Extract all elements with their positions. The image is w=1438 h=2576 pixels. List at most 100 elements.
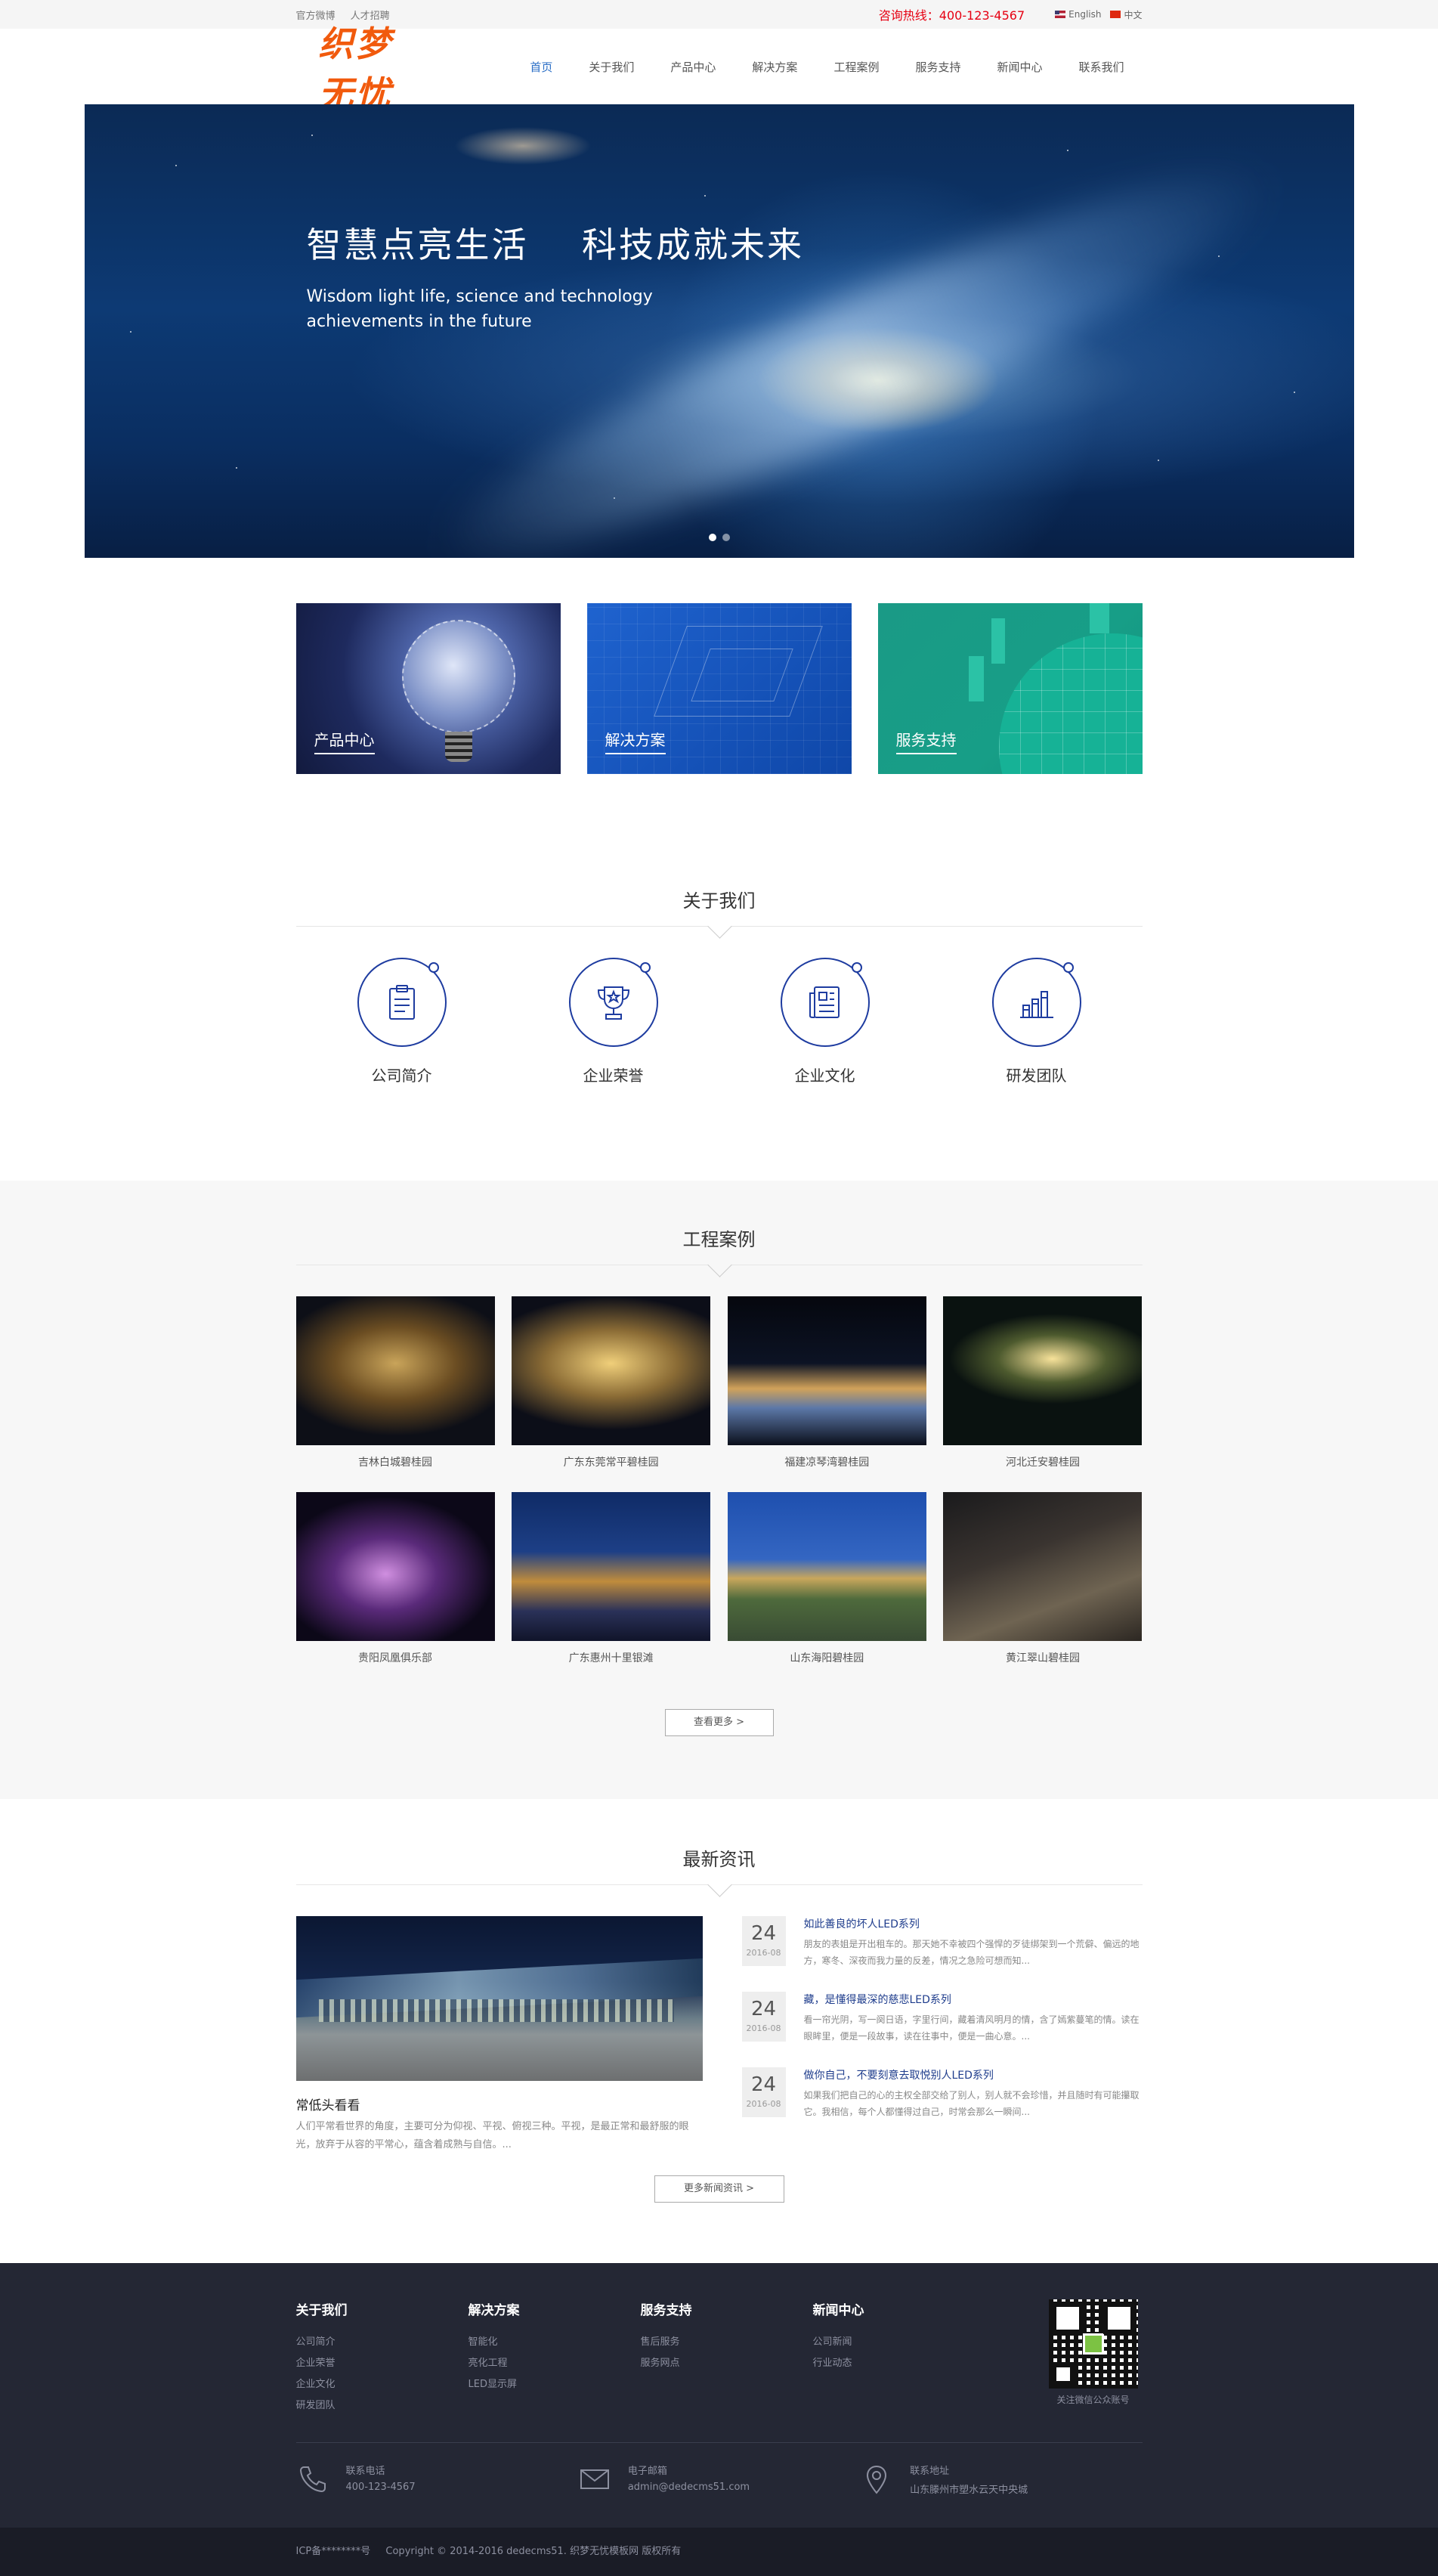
contact-label: 电子邮箱 (627, 2466, 667, 2477)
nav-products[interactable]: 产品中心 (670, 59, 716, 75)
footer-link[interactable]: LED显示屏 (469, 2374, 641, 2395)
about-item-culture[interactable]: 企业文化 (750, 958, 901, 1085)
footer-link[interactable]: 服务网点 (641, 2353, 813, 2374)
lang-chinese[interactable]: 中文 (1110, 8, 1143, 21)
footer-col-title: 解决方案 (468, 2303, 520, 2318)
case-caption: 贵阳凤凰俱乐部 (358, 1652, 432, 1664)
news-item[interactable]: 24 2016-08 如此善良的坏人LED系列 朋友的表姐是开出租车的。那天她不… (741, 1916, 1143, 1969)
case-photo (943, 1492, 1143, 1641)
trophy-icon (597, 986, 629, 1020)
about-item-profile[interactable]: 公司简介 (326, 958, 478, 1085)
contact-label: 联系电话 (345, 2466, 385, 2477)
case-item[interactable]: 广东惠州十里银滩 (512, 1492, 711, 1665)
footer-link[interactable]: 售后服务 (641, 2332, 813, 2353)
icp-number[interactable]: ICP备********号 (296, 2546, 371, 2557)
logo[interactable]: 织梦无忧 (319, 17, 422, 116)
news-item-title[interactable]: 做你自己，不要刻意去取悦别人LED系列 (804, 2067, 1143, 2082)
card-products[interactable]: 产品中心 (295, 603, 561, 774)
case-photo (295, 1492, 495, 1641)
case-caption: 广东东莞常平碧桂园 (563, 1457, 659, 1469)
nav-about[interactable]: 关于我们 (589, 59, 634, 75)
case-item[interactable]: 吉林白城碧桂园 (295, 1296, 495, 1469)
news-section: 最新资讯 常低头看看 人们平常看世界的角度，主要可分为仰视、平视、俯视三种。平视… (0, 1799, 1438, 2263)
slider-dot[interactable] (708, 534, 716, 541)
case-caption: 山东海阳碧桂园 (790, 1652, 864, 1664)
newspaper-icon (809, 986, 840, 1018)
footer-col-title: 新闻中心 (812, 2303, 864, 2318)
case-photo (727, 1492, 926, 1641)
news-item[interactable]: 24 2016-08 做你自己，不要刻意去取悦别人LED系列 如果我们把自己的心… (741, 2067, 1143, 2120)
section-divider (295, 926, 1143, 941)
lang-english-label: English (1068, 9, 1102, 20)
footer-col-support: 服务支持 售后服务 服务网点 (641, 2299, 813, 2417)
case-caption: 福建凉琴湾碧桂园 (784, 1457, 870, 1469)
qr-code-icon (1049, 2299, 1138, 2389)
contact-value[interactable]: admin@dedecms51.com (628, 2482, 750, 2493)
card-solutions-label: 解决方案 (605, 728, 666, 754)
section-divider (295, 1265, 1143, 1280)
lang-chinese-label: 中文 (1124, 9, 1143, 20)
nav-solutions[interactable]: 解决方案 (752, 59, 797, 75)
about-item-honors[interactable]: 企业荣誉 (538, 958, 689, 1085)
clipboard-icon (388, 985, 415, 1020)
cn-flag-icon (1110, 11, 1121, 18)
cases-more-button[interactable]: 查看更多 > (664, 1709, 774, 1736)
case-photo (512, 1492, 711, 1641)
case-item[interactable]: 广东东莞常平碧桂园 (512, 1296, 711, 1469)
top-bar: 官方微博 人才招聘 咨询热线：400-123-4567 English 中文 (0, 0, 1438, 29)
featured-news[interactable]: 常低头看看 人们平常看世界的角度，主要可分为仰视、平视、俯视三种。平视，是最正常… (295, 1916, 703, 2154)
about-item-label: 研发团队 (1006, 1067, 1067, 1085)
case-caption: 吉林白城碧桂园 (358, 1457, 432, 1469)
news-item-title[interactable]: 藏，是懂得最深的慈悲LED系列 (804, 1992, 1143, 2007)
footer-link[interactable]: 行业动态 (813, 2353, 985, 2374)
news-item[interactable]: 24 2016-08 藏，是懂得最深的慈悲LED系列 看一帘光阴，写一阕日语，字… (741, 1992, 1143, 2045)
nav-contact[interactable]: 联系我们 (1078, 59, 1124, 75)
card-support[interactable]: 服务支持 (877, 603, 1143, 774)
footer-link[interactable]: 亮化工程 (469, 2353, 641, 2374)
case-item[interactable]: 黄江翠山碧桂园 (943, 1492, 1143, 1665)
news-title: 最新资讯 (682, 1849, 756, 1870)
case-item[interactable]: 福建凉琴湾碧桂园 (727, 1296, 926, 1469)
case-photo (943, 1296, 1143, 1445)
nav-news[interactable]: 新闻中心 (997, 59, 1042, 75)
footer-link[interactable]: 研发团队 (296, 2395, 469, 2417)
case-item[interactable]: 贵阳凤凰俱乐部 (295, 1492, 495, 1665)
main-nav: 首页 关于我们 产品中心 解决方案 工程案例 服务支持 新闻中心 联系我们 (512, 59, 1142, 75)
qr-caption: 关注微信公众账号 (1056, 2395, 1130, 2405)
footer-link[interactable]: 公司新闻 (813, 2332, 985, 2353)
news-item-summary: 如果我们把自己的心的主权全部交给了别人，别人就不会珍惜，并且随时有可能攥取它。我… (803, 2090, 1140, 2117)
footer-link[interactable]: 企业荣誉 (296, 2353, 469, 2374)
bar-chart-icon (1019, 991, 1053, 1018)
news-item-title[interactable]: 如此善良的坏人LED系列 (804, 1916, 1143, 1931)
nav-home[interactable]: 首页 (530, 59, 552, 75)
contact-value: 山东滕州市塑水云天中央城 (910, 2485, 1028, 2496)
about-item-team[interactable]: 研发团队 (961, 958, 1112, 1085)
case-item[interactable]: 山东海阳碧桂园 (727, 1492, 926, 1665)
case-item[interactable]: 河北迁安碧桂园 (943, 1296, 1143, 1469)
cases-section: 工程案例 吉林白城碧桂园 广东东莞常平碧桂园 福建凉琴湾碧桂园 河北迁安碧桂园 … (0, 1181, 1438, 1799)
slider-dot[interactable] (722, 534, 730, 541)
footer: 关于我们 公司简介 企业荣誉 企业文化 研发团队 解决方案 智能化 亮化工程 L… (0, 2263, 1438, 2528)
city-globe-image (998, 633, 1143, 774)
contact-email: 电子邮箱 admin@dedecms51.com (578, 2463, 860, 2496)
news-more-button[interactable]: 更多新闻资讯 > (654, 2175, 784, 2203)
footer-link[interactable]: 公司简介 (296, 2332, 469, 2353)
lang-english[interactable]: English (1055, 9, 1101, 20)
phone-icon (299, 2466, 326, 2493)
about-item-label: 企业荣誉 (583, 1067, 644, 1085)
contact-value: 400-123-4567 (345, 2482, 416, 2493)
card-solutions[interactable]: 解决方案 (586, 603, 852, 774)
us-flag-icon (1055, 11, 1066, 18)
hero-banner: 智慧点亮生活 科技成就未来 Wisdom light life, science… (84, 104, 1354, 558)
case-photo (295, 1296, 495, 1445)
card-support-label: 服务支持 (895, 728, 957, 754)
about-title: 关于我们 (682, 890, 756, 912)
copyright-text: Copyright © 2014-2016 dedecms51. 织梦无忧模板网… (385, 2546, 682, 2557)
footer-link[interactable]: 智能化 (469, 2332, 641, 2353)
nav-cases[interactable]: 工程案例 (833, 59, 879, 75)
nav-support[interactable]: 服务支持 (915, 59, 960, 75)
news-date: 24 2016-08 (741, 1992, 786, 2042)
footer-link[interactable]: 企业文化 (296, 2374, 469, 2395)
featured-news-title[interactable]: 常低头看看 (296, 2095, 703, 2113)
news-item-summary: 看一帘光阴，写一阕日语，字里行间，藏着清风明月的情，含了嫣紫蔓笔的情。读在眼眸里… (803, 2014, 1140, 2042)
